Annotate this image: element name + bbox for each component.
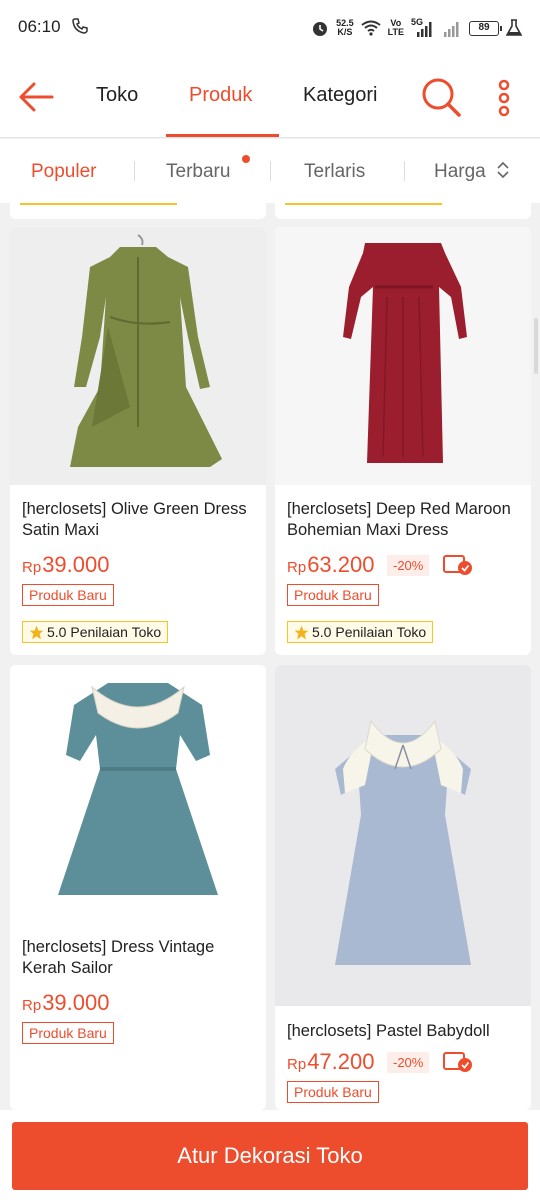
product-image-sailor-dress <box>10 665 266 917</box>
tab-produk[interactable]: Produk <box>189 84 252 107</box>
active-tab-indicator <box>166 134 279 137</box>
new-product-badge: Produk Baru <box>287 584 379 606</box>
status-time: 06:10 <box>18 17 61 36</box>
new-product-badge: Produk Baru <box>22 1022 114 1044</box>
discount-badge: -20% <box>387 555 430 576</box>
tab-kategori[interactable]: Kategori <box>303 84 378 107</box>
product-title: [herclosets] Deep Red Maroon Bohemian Ma… <box>287 500 511 539</box>
previous-card-bottom <box>275 203 531 219</box>
product-card[interactable]: [herclosets] Dress Vintage Kerah Sailor … <box>10 665 266 1110</box>
battery-icon: 89 <box>469 20 502 36</box>
scrollbar[interactable] <box>534 318 538 374</box>
product-grid: [herclosets] Olive Green Dress Satin Max… <box>0 203 540 1110</box>
sort-harga[interactable]: Harga <box>434 161 486 183</box>
shop-header: Toko Produk Kategori <box>0 56 540 138</box>
product-price: Rp39.000 <box>22 552 110 577</box>
sort-bar: Populer Terbaru Terlaris Harga <box>0 139 540 203</box>
shop-decoration-button[interactable]: Atur Dekorasi Toko <box>12 1122 528 1190</box>
sort-populer[interactable]: Populer <box>31 161 97 183</box>
voucher-icon <box>443 1052 472 1072</box>
star-icon <box>294 625 309 640</box>
lab-icon <box>506 19 522 36</box>
product-price: Rp39.000 <box>22 990 110 1015</box>
product-card[interactable]: [herclosets] Olive Green Dress Satin Max… <box>10 227 266 655</box>
signal-icon: 5G <box>411 18 435 38</box>
star-icon <box>29 625 44 640</box>
shop-rating-badge: 5.0 Penilaian Toko <box>22 621 169 643</box>
discount-badge: -20% <box>387 1052 430 1073</box>
product-image-maroon-dress <box>275 227 531 485</box>
product-price: Rp63.200 <box>287 552 375 577</box>
alarm-icon <box>313 22 328 36</box>
call-icon <box>72 18 88 34</box>
product-title: [herclosets] Dress Vintage Kerah Sailor <box>22 938 215 977</box>
tab-toko[interactable]: Toko <box>96 84 138 107</box>
divider <box>270 161 271 181</box>
product-card[interactable]: [herclosets] Deep Red Maroon Bohemian Ma… <box>275 227 531 655</box>
network-speed: 52.5 K/S <box>336 18 354 37</box>
product-image-babydoll-dress <box>275 665 531 1006</box>
status-bar: 06:10 52.5 K/S Vo LTE 5G 89 <box>0 0 540 56</box>
new-dot-indicator <box>242 155 250 163</box>
product-card[interactable]: [herclosets] Pastel Babydoll Rp47.200 -2… <box>275 665 531 1110</box>
sort-caret-icon[interactable] <box>496 161 510 179</box>
product-title: [herclosets] Pastel Babydoll <box>287 1022 490 1040</box>
new-product-badge: Produk Baru <box>22 584 114 606</box>
divider <box>404 161 405 181</box>
search-icon[interactable] <box>420 76 462 118</box>
bottom-action-bar: Atur Dekorasi Toko <box>0 1110 540 1200</box>
product-image-olive-dress <box>10 227 266 485</box>
sort-terbaru[interactable]: Terbaru <box>166 161 230 183</box>
shop-rating-badge: 5.0 Penilaian Toko <box>287 621 434 643</box>
back-arrow-icon[interactable] <box>18 78 56 116</box>
divider <box>134 161 135 181</box>
product-title: [herclosets] Olive Green Dress Satin Max… <box>22 500 247 539</box>
volte-indicator: Vo LTE <box>387 18 404 37</box>
previous-card-bottom <box>10 203 266 219</box>
signal2-icon <box>444 22 459 37</box>
wifi-icon <box>361 20 381 36</box>
more-options-icon[interactable] <box>494 78 514 118</box>
new-product-badge: Produk Baru <box>287 1081 379 1103</box>
product-price: Rp47.200 <box>287 1049 375 1074</box>
voucher-icon <box>443 555 472 575</box>
sort-terlaris[interactable]: Terlaris <box>304 161 365 183</box>
